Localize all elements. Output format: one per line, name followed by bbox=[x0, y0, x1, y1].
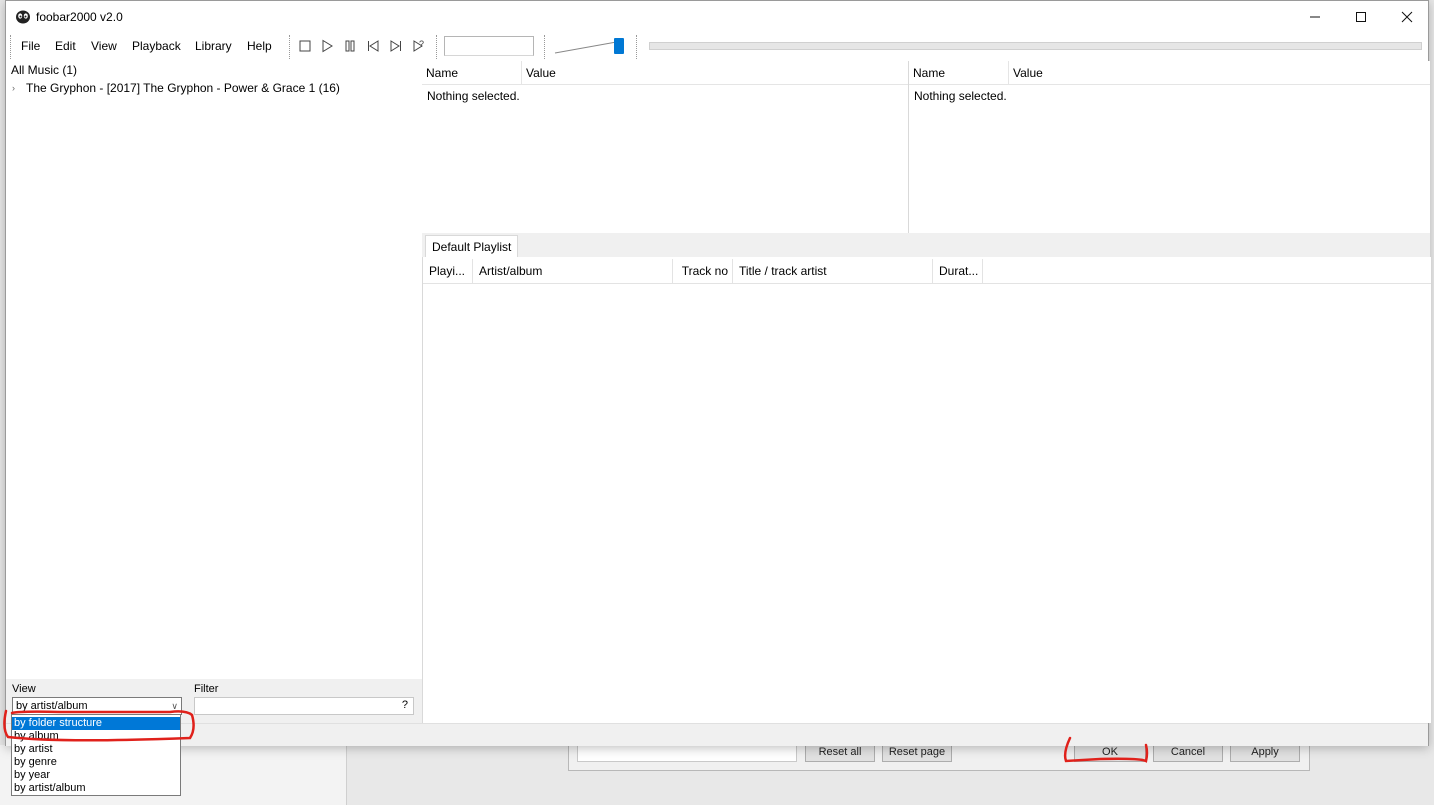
menu-help[interactable]: Help bbox=[247, 39, 272, 53]
toolbar-grip bbox=[10, 35, 12, 59]
nothing-selected-message: Nothing selected. bbox=[427, 89, 520, 103]
title-bar: foobar2000 v2.0 bbox=[6, 1, 1428, 33]
view-label: View bbox=[12, 683, 36, 695]
dropdown-option-folder-structure[interactable]: by folder structure bbox=[12, 717, 180, 730]
foobar-app-icon bbox=[16, 10, 30, 24]
view-dropdown-list: by folder structure by album by artist b… bbox=[11, 714, 181, 796]
random-icon[interactable]: ? bbox=[411, 38, 427, 54]
view-combobox[interactable]: by artist/album ∨ bbox=[12, 697, 182, 715]
dropdown-option-album[interactable]: by album bbox=[12, 730, 180, 743]
tree-root-all-music[interactable]: All Music (1) bbox=[11, 63, 77, 77]
next-icon[interactable] bbox=[388, 38, 404, 54]
menu-playback[interactable]: Playback bbox=[132, 39, 181, 53]
menu-library[interactable]: Library bbox=[195, 39, 232, 53]
foobar-main-window: foobar2000 v2.0 File Edit View Playback … bbox=[5, 0, 1431, 746]
column-header-value[interactable]: Value bbox=[522, 61, 908, 85]
tab-default-playlist[interactable]: Default Playlist bbox=[425, 235, 519, 258]
column-header-title[interactable]: Title / track artist bbox=[733, 259, 933, 283]
menu-edit[interactable]: Edit bbox=[55, 39, 76, 53]
nothing-selected-message: Nothing selected. bbox=[914, 89, 1007, 103]
minimize-button[interactable] bbox=[1292, 1, 1338, 33]
filter-help-button[interactable]: ? bbox=[402, 699, 408, 711]
seek-bar[interactable] bbox=[649, 42, 1422, 50]
menu-file[interactable]: File bbox=[21, 39, 40, 53]
dropdown-option-artist-album[interactable]: by artist/album bbox=[12, 782, 180, 795]
pause-icon[interactable] bbox=[342, 38, 358, 54]
tree-item-album[interactable]: The Gryphon - [2017] The Gryphon - Power… bbox=[26, 81, 340, 95]
column-header-playing[interactable]: Playi... bbox=[423, 259, 473, 283]
playback-order-box[interactable] bbox=[444, 36, 534, 56]
expand-chevron-icon[interactable]: › bbox=[12, 83, 15, 93]
menu-view[interactable]: View bbox=[91, 39, 117, 53]
status-bar bbox=[6, 723, 1428, 746]
play-icon[interactable] bbox=[319, 38, 335, 54]
toolbar-grip bbox=[636, 35, 638, 59]
maximize-button[interactable] bbox=[1338, 1, 1384, 33]
toolbar-grip bbox=[436, 35, 438, 59]
header-divider bbox=[423, 283, 1431, 284]
column-header-track-no[interactable]: Track no bbox=[673, 259, 733, 283]
maximize-icon bbox=[1356, 11, 1366, 22]
view-combobox-value: by artist/album bbox=[16, 700, 88, 712]
menu-toolbar: File Edit View Playback Library Help ? bbox=[6, 33, 1428, 61]
stop-icon[interactable] bbox=[297, 38, 313, 54]
chevron-down-icon: ∨ bbox=[171, 701, 178, 711]
dropdown-option-genre[interactable]: by genre bbox=[12, 756, 180, 769]
filter-label: Filter bbox=[194, 683, 219, 695]
close-icon bbox=[1401, 11, 1413, 23]
dropdown-option-artist[interactable]: by artist bbox=[12, 743, 180, 756]
column-header-value[interactable]: Value bbox=[1009, 61, 1430, 85]
toolbar-grip bbox=[544, 35, 546, 59]
svg-text:?: ? bbox=[419, 39, 424, 49]
volume-slider-thumb[interactable] bbox=[614, 38, 624, 54]
toolbar-grip bbox=[289, 35, 291, 59]
minimize-icon bbox=[1310, 16, 1320, 18]
album-list-panel: All Music (1) › The Gryphon - [2017] The… bbox=[6, 61, 423, 679]
column-header-name[interactable]: Name bbox=[909, 61, 1009, 85]
playlist-view: Playi... Artist/album Track no Title / t… bbox=[422, 257, 1431, 723]
properties-panel-left: Name Value Nothing selected. bbox=[422, 61, 909, 233]
playlist-tabs: Default Playlist bbox=[422, 233, 1430, 258]
column-header-artist-album[interactable]: Artist/album bbox=[473, 259, 673, 283]
window-title: foobar2000 v2.0 bbox=[36, 10, 123, 24]
filter-input[interactable]: ? bbox=[194, 697, 414, 715]
properties-panel-right: Name Value Nothing selected. bbox=[909, 61, 1430, 233]
column-header-name[interactable]: Name bbox=[422, 61, 522, 85]
previous-icon[interactable] bbox=[365, 38, 381, 54]
column-header-duration[interactable]: Durat... bbox=[933, 259, 983, 283]
dropdown-option-year[interactable]: by year bbox=[12, 769, 180, 782]
close-button[interactable] bbox=[1384, 1, 1430, 33]
